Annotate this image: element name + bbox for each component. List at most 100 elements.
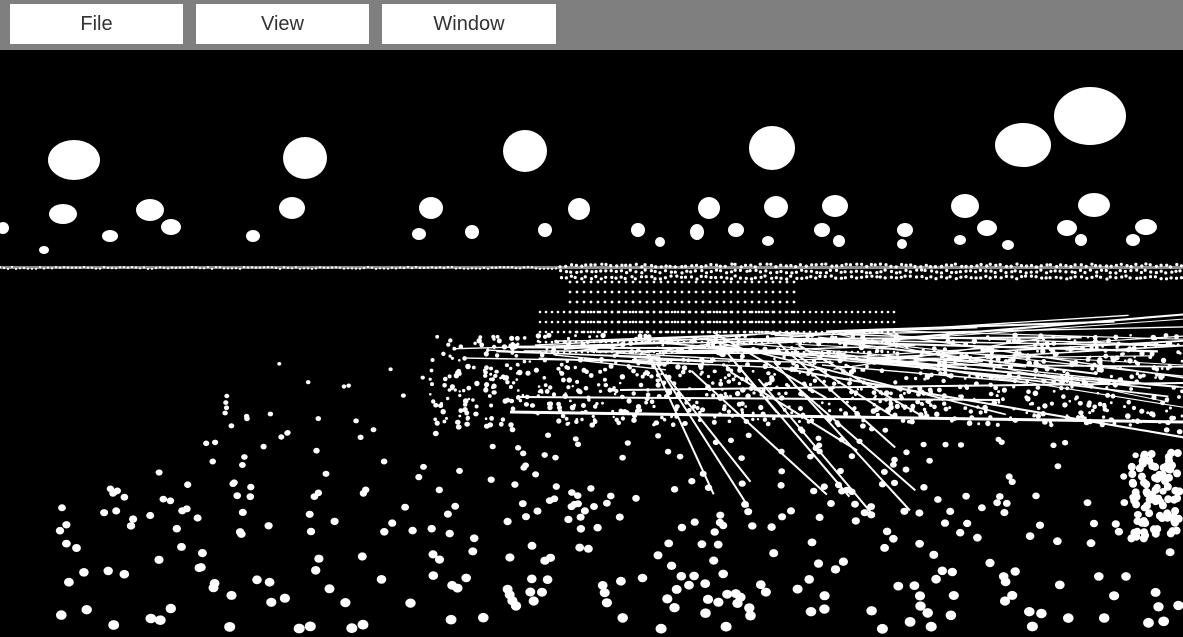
point (544, 310, 548, 314)
point (810, 367, 815, 372)
point (814, 310, 818, 314)
point (855, 276, 859, 280)
point (1153, 602, 1164, 612)
point (892, 412, 898, 418)
point (843, 355, 848, 360)
point (1039, 268, 1043, 272)
point (1120, 473, 1128, 480)
point (455, 371, 459, 375)
point (827, 500, 835, 507)
point (315, 416, 322, 422)
point (628, 310, 632, 314)
point (1176, 343, 1180, 347)
point (1016, 375, 1021, 380)
point (1061, 394, 1066, 399)
point (1062, 439, 1069, 446)
point (625, 271, 629, 275)
point (680, 280, 684, 284)
point (1078, 410, 1084, 416)
point (546, 267, 550, 270)
point (717, 395, 724, 401)
point (674, 404, 680, 409)
point (714, 263, 719, 267)
point (805, 276, 809, 280)
point (322, 266, 326, 269)
point (442, 383, 447, 388)
point (1137, 472, 1146, 481)
point (1048, 263, 1052, 267)
point (210, 267, 214, 270)
point (1118, 269, 1122, 273)
point (809, 332, 815, 338)
point (1126, 399, 1131, 405)
point (694, 280, 698, 284)
point (934, 411, 940, 417)
point-cloud-viewport[interactable] (0, 50, 1183, 637)
point (174, 266, 178, 269)
point (177, 542, 186, 551)
point (957, 384, 963, 390)
point (669, 274, 673, 278)
point (634, 408, 640, 414)
point (1139, 276, 1143, 280)
point (1139, 408, 1145, 414)
point (545, 497, 554, 504)
view-menu-button[interactable]: View (196, 4, 369, 44)
point (314, 554, 324, 563)
point (1052, 389, 1056, 393)
point (838, 487, 846, 495)
streak (654, 361, 750, 508)
point (1062, 402, 1068, 408)
point (556, 330, 560, 334)
point (474, 267, 478, 270)
point (635, 373, 639, 377)
point (631, 330, 635, 334)
point (899, 275, 903, 279)
point (860, 509, 869, 517)
point (750, 280, 754, 284)
point (584, 544, 593, 553)
point (624, 280, 628, 284)
point (1157, 420, 1162, 424)
point (505, 380, 510, 385)
point (709, 556, 719, 565)
point (590, 503, 598, 510)
point (575, 300, 579, 304)
point-cloud-canvas[interactable] (0, 50, 1183, 637)
point (861, 416, 864, 419)
point (448, 338, 453, 343)
point (55, 526, 65, 535)
point (640, 265, 644, 269)
point (998, 263, 1002, 267)
point (953, 360, 957, 365)
point (290, 267, 294, 270)
point (740, 387, 746, 393)
point (533, 411, 537, 415)
point (756, 418, 760, 421)
point (718, 569, 728, 579)
point (580, 507, 589, 515)
point (895, 351, 900, 356)
point (744, 603, 755, 613)
point (571, 385, 574, 388)
point (962, 492, 970, 500)
point (711, 419, 717, 425)
window-menu-button[interactable]: Window (382, 4, 556, 44)
point (791, 338, 795, 341)
point (881, 468, 888, 475)
point (1053, 269, 1057, 273)
point (690, 338, 696, 344)
point (634, 262, 638, 266)
point (795, 276, 799, 280)
point (925, 375, 930, 380)
point (1012, 385, 1016, 389)
point (631, 419, 634, 423)
point (430, 358, 435, 362)
point (564, 515, 573, 524)
point (294, 266, 298, 269)
point (402, 267, 406, 270)
point (697, 540, 707, 549)
file-menu-button[interactable]: File (10, 4, 183, 44)
point (997, 390, 1001, 394)
point (664, 320, 668, 324)
